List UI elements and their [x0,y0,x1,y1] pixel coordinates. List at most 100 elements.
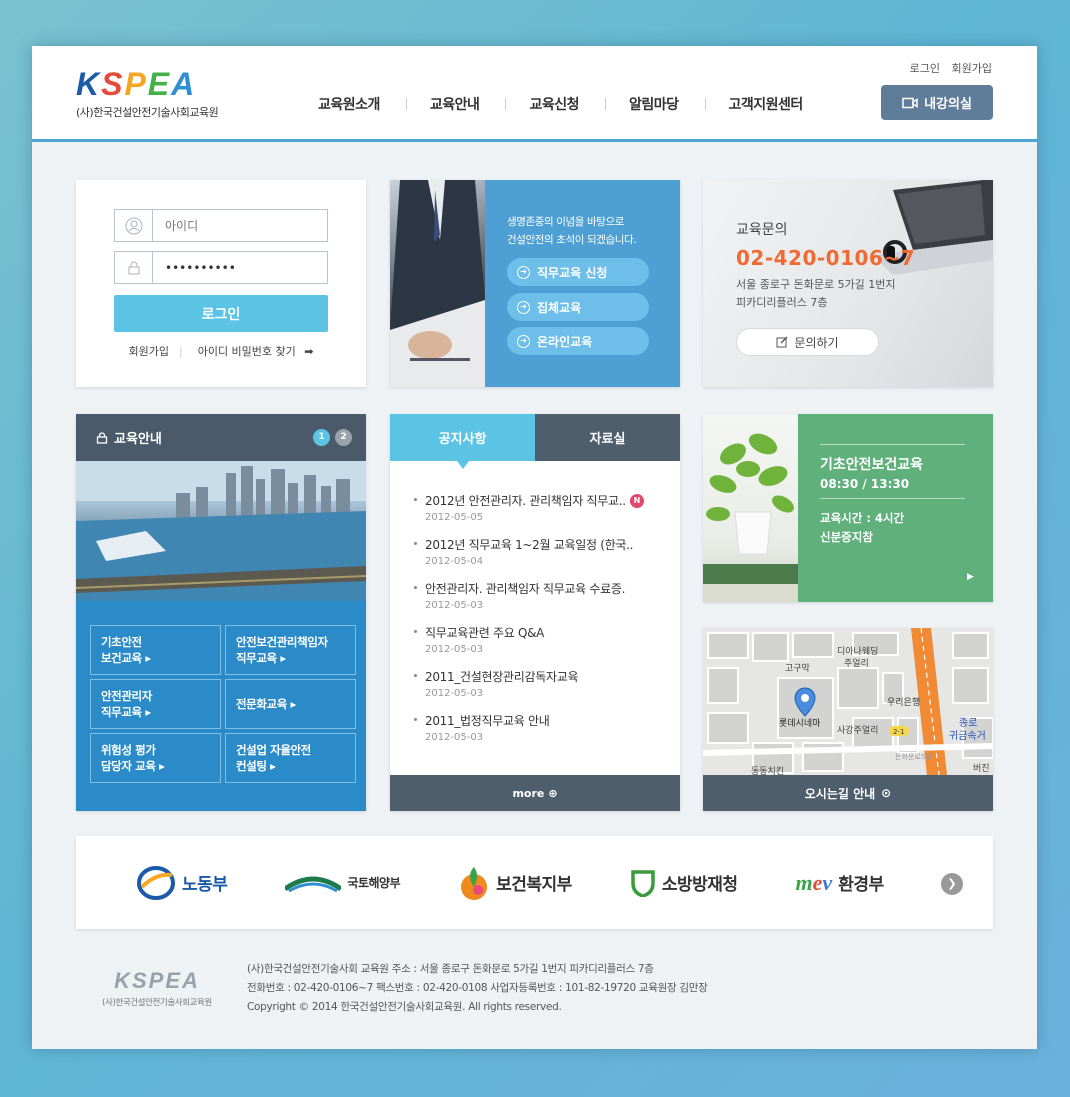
basic-safety-card[interactable]: 기초안전보건교육 08:30 / 13:30 교육시간 : 4시간 신분증지참 … [703,414,993,602]
labor-ministry-logo[interactable]: 노동부 [136,865,228,901]
svg-text:사강주얼리: 사강주얼리 [837,725,878,736]
top-signup-link[interactable]: 회원가입 [952,62,992,75]
id-field[interactable] [114,209,328,242]
promo-slogan: 생명존중의 이념을 바탕으로 건설안전의 초석이 되겠습니다. [507,216,637,246]
video-icon [902,97,918,108]
online-training-button[interactable]: ➜ 온라인교육 [507,327,649,355]
arrow-circle-icon: ➜ [517,300,530,314]
find-account-link[interactable]: 아이디 비밀번호 찾기 ➡ [193,345,314,358]
inquiry-phone: 02-420-0106~7 [736,246,916,270]
svg-text:고구막: 고구막 [785,663,810,674]
tab-resources[interactable]: 자료실 [535,414,680,461]
inquiry-button[interactable]: 문의하기 [736,328,879,356]
list-item[interactable]: 안전관리자. 관리책임자 직무교육 수료증. 2012-05-03 [412,580,667,624]
inquiry-address: 서울 종로구 돈화문로 5가길 1번지 피카디리플러스 7층 [736,278,896,309]
login-card: 로그인 회원가입|아이디 비밀번호 찾기 ➡ [76,180,366,387]
map-image: 롯데시네마 고구막 디아나웨딩 주얼리 우리은행 사강주얼리 돈화문로5길 종로… [703,628,993,777]
login-button[interactable]: 로그인 [114,295,328,332]
logo-mark: KSPEA [76,66,197,102]
specialized-training-link[interactable]: 전문화교육 ▸ [225,679,356,729]
group-training-button[interactable]: ➜ 집체교육 [507,293,649,321]
target-circle-icon: ⊙ [881,786,892,800]
footer-logo: KSPEA (사)한국건설안전기술사회교육원 [102,968,212,1008]
education-guide-header: 교육안내 1 2 [76,414,366,461]
safety-manager-responsible-link[interactable]: 안전보건관리책임자 직무교육 ▸ [225,625,356,675]
page-2-dot[interactable]: 2 [335,429,352,446]
edit-icon [776,336,788,348]
svg-text:돈화문로5길: 돈화문로5길 [895,753,932,761]
page: KSPEA (사)한국건설안전기술사회교육원 로그인 회원가입 교육원소개 교육… [32,46,1037,1049]
land-ministry-icon [285,876,342,892]
arrow-circle-icon: ➜ [517,334,530,348]
svg-text:우리은행: 우리은행 [887,696,920,708]
nav-notice[interactable]: 알림마당 [604,94,705,114]
land-ministry-logo[interactable]: 국토해양부 [285,873,401,893]
safety-manager-training-link[interactable]: 안전관리자 직무교육 ▸ [90,679,221,729]
svg-text:롯데시네마: 롯데시네마 [779,718,821,729]
password-input[interactable] [153,253,323,282]
notice-panel: 공지사항 자료실 2012년 안전관리자. 관리책임자 직무교.. N 2012-0… [390,414,680,811]
nav-support[interactable]: 고객지원센터 [704,94,829,114]
promo-panel: 생명존중의 이념을 바탕으로 건설안전의 초석이 되겠습니다. ➜ 직무교육 신청… [485,180,680,387]
list-item[interactable]: 직무교육관련 주요 Q&A 2012-05-03 [412,624,667,668]
slide-pager: 1 2 [313,429,352,446]
fire-agency-logo[interactable]: 소방방재청 [630,869,738,897]
new-badge: N [629,493,644,508]
inquiry-card: 교육문의 02-420-0106~7 서울 종로구 돈화문로 5가길 1번지 피… [703,180,993,387]
plus-circle-icon: ⊕ [548,786,558,800]
my-lecture-button[interactable]: 내강의실 [881,85,993,120]
logo-subtitle: (사)한국건설안전기술사회교육원 [76,106,219,119]
environment-ministry-logo[interactable]: mev 환경부 [795,869,885,896]
top-login-link[interactable]: 로그인 [910,62,940,75]
nav-application[interactable]: 교육신청 [505,94,605,114]
svg-text:주얼리: 주얼리 [844,658,869,669]
construction-consulting-link[interactable]: 건설업 자율안전 컨설팅 ▸ [225,733,356,783]
top-links: 로그인 회원가입 [902,60,992,76]
svg-text:동동치킨: 동동치킨 [751,765,784,775]
city-harbor-photo [76,461,366,601]
notice-tabs: 공지사항 자료실 [390,414,680,469]
logo[interactable]: KSPEA (사)한국건설안전기술사회교육원 [76,68,246,120]
next-arrow-button[interactable]: ❯ [941,873,963,895]
svg-text:디아나웨딩: 디아나웨딩 [837,645,878,657]
list-item[interactable]: 2011_법정직무교육 안내 2012-05-03 [412,712,667,756]
fire-agency-icon [631,869,655,897]
labor-ministry-icon [137,865,175,900]
directions-button[interactable]: 오시는길 안내 ⊙ [703,775,993,811]
nav-education-guide[interactable]: 교육안내 [405,94,506,114]
inquiry-title: 교육문의 [736,222,788,238]
environment-ministry-icon: mev [795,869,833,895]
lock-icon [115,252,153,283]
list-item[interactable]: 2011_건설현장관리감독자교육 2012-05-03 [412,668,667,712]
signup-link[interactable]: 회원가입 [129,345,169,358]
password-field[interactable] [114,251,328,284]
job-training-apply-button[interactable]: ➜ 직무교육 신청 [507,258,649,286]
login-links: 회원가입 | 아이디 비밀번호 찾기 ➡ [128,345,314,358]
safety-title: 기초안전보건교육 [820,457,924,473]
basic-safety-training-link[interactable]: 기초안전 보건교육 ▸ [90,625,221,675]
education-menu-grid: 기초안전 보건교육 ▸ 안전보건관리책임자 직무교육 ▸ 안전관리자 직무교육 ▸ 전… [90,625,356,783]
svg-text:귀금속거: 귀금속거 [949,730,986,742]
safety-info-panel: 기초안전보건교육 08:30 / 13:30 교육시간 : 4시간 신분증지참 … [798,414,993,602]
risk-assessment-training-link[interactable]: 위험성 평가 담당자 교육 ▸ [90,733,221,783]
notice-list: 2012년 안전관리자. 관리책임자 직무교.. N 2012-05-05 2012… [412,492,667,756]
location-map[interactable]: 롯데시네마 고구막 디아나웨딩 주얼리 우리은행 사강주얼리 돈화문로5길 종로… [703,628,993,811]
nav-about[interactable]: 교육원소개 [294,94,406,114]
education-guide-panel: 교육안내 1 2 기초안전 보건교육 ▸ 안전보건관리책임자 직무교육 ▸ 안전관리… [76,414,366,811]
play-arrow-icon[interactable]: ▶ [967,572,974,582]
tab-notice[interactable]: 공지사항 [390,414,535,469]
main-nav: 교육원소개 교육안내 교육신청 알림마당 고객지원센터 [294,94,829,114]
page-1-dot[interactable]: 1 [313,429,330,446]
more-button[interactable]: more ⊕ [390,775,680,811]
id-input[interactable] [153,211,323,240]
list-item[interactable]: 2012년 직무교육 1~2월 교육일정 (한국.. 2012-05-04 [412,536,667,580]
my-lecture-label: 내강의실 [924,97,972,112]
safety-info: 교육시간 : 4시간 신분증지참 [820,511,905,544]
list-item[interactable]: 2012년 안전관리자. 관리책임자 직무교.. N 2012-05-05 [412,492,667,536]
svg-text:종로: 종로 [959,717,977,729]
health-ministry-logo[interactable]: 보건복지부 [458,865,572,901]
svg-text:2-1: 2-1 [893,728,904,736]
arrow-circle-icon: ➜ [517,265,530,279]
header: KSPEA (사)한국건설안전기술사회교육원 로그인 회원가입 교육원소개 교육… [32,46,1037,142]
lock-icon [96,431,108,444]
